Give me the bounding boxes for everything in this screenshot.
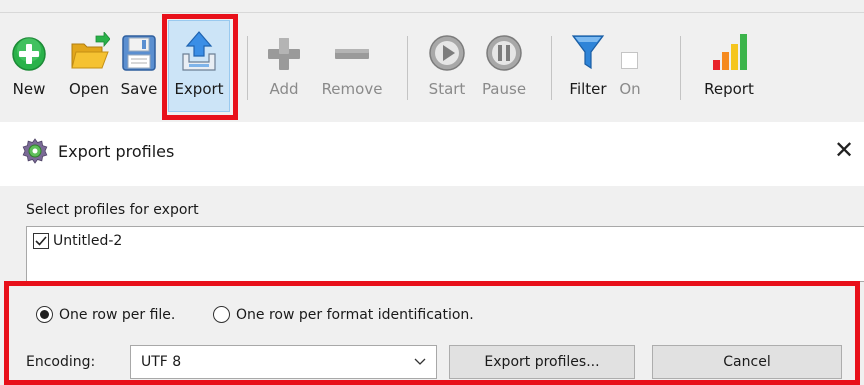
open-button-label: Open (68, 80, 110, 98)
pause-icon (482, 22, 526, 72)
floppy-disk-icon (117, 22, 161, 72)
toolbar-top-border (0, 12, 864, 13)
new-button[interactable]: New (12, 22, 46, 108)
remove-button-label: Remove (321, 80, 383, 98)
new-button-label: New (12, 80, 46, 98)
filter-button[interactable]: Filter (568, 22, 608, 108)
dialog-title-bar: Export profiles ✕ (0, 122, 864, 186)
bar-chart-icon (707, 22, 751, 72)
encoding-label: Encoding: (26, 354, 96, 370)
toolbar: New Open Save Export Add Remove Start Pa… (0, 0, 864, 122)
radio-button-selected[interactable] (36, 306, 53, 323)
profile-name: Untitled-2 (53, 233, 123, 249)
add-button-label: Add (269, 80, 299, 98)
export-profiles-button[interactable]: Export profiles... (449, 345, 635, 379)
minus-icon (330, 22, 374, 72)
radio-button-unselected[interactable] (213, 306, 230, 323)
open-button[interactable]: Open (64, 22, 114, 108)
pause-button[interactable]: Pause (478, 22, 530, 108)
gear-icon (22, 138, 48, 164)
toolbar-separator (247, 36, 248, 100)
funnel-icon (566, 22, 610, 72)
profile-checkbox[interactable] (33, 233, 49, 249)
report-button[interactable]: Report (696, 22, 762, 108)
plus-icon (262, 22, 306, 72)
plus-circle-icon (7, 22, 51, 72)
filter-on-label: On (619, 80, 641, 98)
filter-on-toggle[interactable]: On (612, 22, 648, 108)
export-button[interactable]: Export (170, 22, 228, 108)
radio-one-row-per-format[interactable]: One row per format identification. (213, 306, 474, 323)
toolbar-separator (551, 36, 552, 100)
remove-button[interactable]: Remove (318, 22, 386, 108)
chevron-down-icon (414, 355, 426, 369)
profile-list-item[interactable]: Untitled-2 (33, 233, 122, 249)
add-button[interactable]: Add (264, 22, 304, 108)
profile-list[interactable]: Untitled-2 (26, 226, 864, 282)
dialog-title: Export profiles (58, 142, 175, 161)
toolbar-separator (680, 36, 681, 100)
report-button-label: Report (704, 80, 754, 98)
encoding-value: UTF 8 (141, 354, 182, 370)
save-button-label: Save (120, 80, 158, 98)
start-button[interactable]: Start (424, 22, 470, 108)
export-button-label: Export (174, 80, 224, 98)
play-icon (425, 22, 469, 72)
cancel-button[interactable]: Cancel (652, 345, 842, 379)
close-icon[interactable]: ✕ (834, 136, 854, 164)
select-profiles-label: Select profiles for export (26, 202, 199, 218)
dialog-body: Select profiles for export Untitled-2 On… (0, 186, 864, 385)
filter-on-spacer (608, 22, 652, 72)
save-button[interactable]: Save (118, 22, 160, 108)
radio-label: One row per format identification. (236, 306, 474, 323)
export-tray-icon (177, 22, 221, 72)
filter-button-label: Filter (569, 80, 607, 98)
radio-label: One row per file. (59, 306, 176, 323)
pause-button-label: Pause (481, 80, 527, 98)
start-button-label: Start (428, 80, 466, 98)
encoding-select[interactable]: UTF 8 (130, 345, 437, 379)
folder-open-icon (67, 22, 111, 72)
toolbar-separator (407, 36, 408, 100)
checkmark-icon (35, 236, 47, 246)
radio-one-row-per-file[interactable]: One row per file. (36, 306, 175, 323)
